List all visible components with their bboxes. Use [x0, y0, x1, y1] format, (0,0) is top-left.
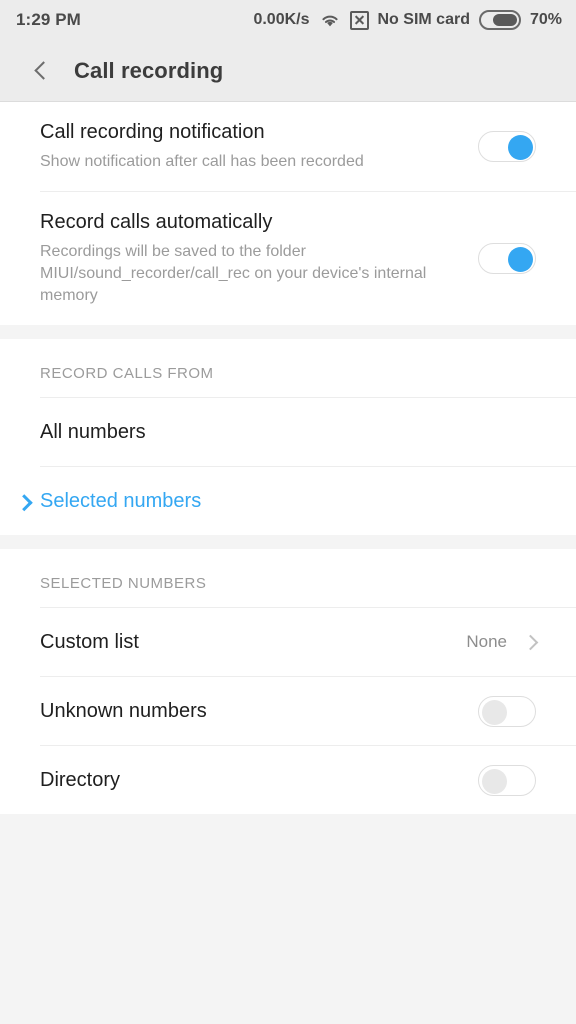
section-header-label: RECORD CALLS FROM [40, 365, 214, 383]
sim-card-x-icon [349, 10, 369, 30]
section-header-record-calls-from: RECORD CALLS FROM [0, 339, 576, 398]
back-chevron-icon [33, 61, 53, 80]
row-label: Custom list [40, 630, 139, 653]
row-subtitle: Recordings will be saved to the folder M… [40, 243, 427, 305]
row-subtitle: Show notification after call has been re… [40, 153, 364, 170]
row-text-block: Call recording notification Show notific… [40, 102, 478, 191]
section-gap [0, 535, 576, 550]
toggle-knob [482, 699, 507, 725]
row-custom-list[interactable]: Custom list None [0, 608, 576, 677]
toggle-call-recording-notification[interactable] [478, 131, 536, 163]
option-all-numbers[interactable]: All numbers [0, 398, 576, 467]
section-selected-numbers: SELECTED NUMBERS Custom list None Unknow… [0, 549, 576, 815]
row-title: Record calls automatically [40, 211, 273, 234]
phone-screen: 1:29 PM 0.00K/s No SIM card 70% Call rec… [0, 0, 576, 1024]
battery-icon [478, 10, 521, 30]
back-button[interactable] [24, 54, 58, 88]
selected-chevron-icon [15, 494, 33, 512]
toggle-directory[interactable] [478, 764, 536, 796]
option-label: Selected numbers [40, 489, 202, 512]
section-header-label: SELECTED NUMBERS [40, 575, 207, 593]
status-bar-indicators: 0.00K/s No SIM card 70% [253, 10, 562, 30]
settings-section-toggles: Call recording notification Show notific… [0, 102, 576, 326]
row-directory[interactable]: Directory [0, 746, 576, 815]
toggle-unknown-numbers[interactable] [478, 695, 536, 727]
toggle-knob [508, 247, 533, 273]
status-bar: 1:29 PM 0.00K/s No SIM card 70% [0, 0, 576, 40]
toggle-record-calls-automatically[interactable] [478, 243, 536, 275]
battery-percent-text: 70% [529, 11, 562, 28]
toggle-knob [508, 135, 533, 161]
wifi-icon [319, 12, 341, 28]
section-header-selected-numbers: SELECTED NUMBERS [0, 549, 576, 608]
section-record-calls-from: RECORD CALLS FROM All numbers Selected n… [0, 339, 576, 536]
row-text-block: Record calls automatically Recordings wi… [40, 192, 478, 325]
row-record-calls-automatically[interactable]: Record calls automatically Recordings wi… [0, 192, 576, 326]
custom-list-value: None [466, 632, 507, 652]
row-label: Directory [40, 768, 121, 791]
row-label: Unknown numbers [40, 699, 207, 722]
status-bar-time: 1:29 PM [16, 10, 81, 29]
row-title: Call recording notification [40, 121, 265, 143]
row-call-recording-notification[interactable]: Call recording notification Show notific… [0, 102, 576, 192]
page-title: Call recording [74, 57, 224, 83]
chevron-right-icon [522, 634, 539, 651]
row-unknown-numbers[interactable]: Unknown numbers [0, 677, 576, 746]
app-bar: Call recording [0, 40, 576, 102]
row-value-group: None [466, 632, 539, 652]
network-speed-text: 0.00K/s [253, 11, 310, 28]
option-label: All numbers [40, 420, 146, 443]
section-gap [0, 325, 576, 340]
option-selected-numbers[interactable]: Selected numbers [0, 467, 576, 536]
sim-status-text: No SIM card [377, 11, 470, 28]
toggle-knob [482, 768, 507, 794]
